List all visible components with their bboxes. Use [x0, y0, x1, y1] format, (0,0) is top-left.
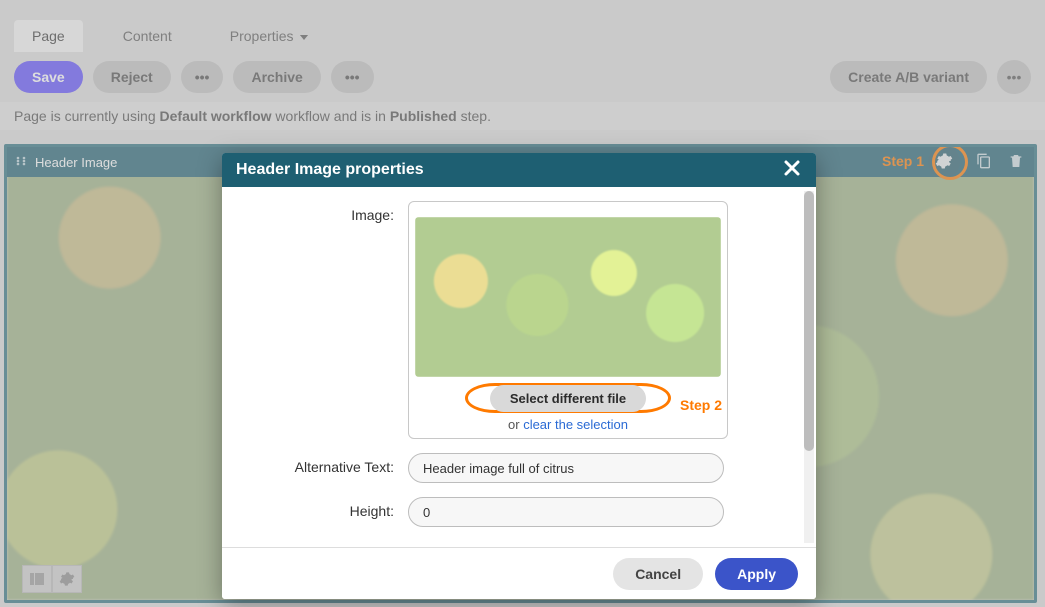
close-icon [782, 165, 802, 182]
clear-selection-link[interactable]: clear the selection [523, 417, 628, 432]
clear-selection-line: or clear the selection [508, 417, 628, 432]
properties-modal: Header Image properties Image: [222, 153, 816, 599]
tab-page-label: Page [32, 28, 65, 44]
widget-copy-button[interactable] [976, 153, 992, 172]
top-tabs: Page Content Properties [0, 0, 1045, 52]
workflow-status-bar: Page is currently using Default workflow… [0, 102, 1045, 130]
annotation-step1-label: Step 1 [882, 153, 924, 169]
image-preview [415, 217, 721, 377]
annotation-step2-label: Step 2 [680, 397, 722, 413]
widget-title: Header Image [35, 155, 117, 170]
tab-properties-label: Properties [230, 28, 294, 44]
toolbar-more-button[interactable]: ••• [997, 60, 1031, 94]
workflow-name: Default workflow [160, 108, 272, 124]
tab-properties[interactable]: Properties [212, 20, 328, 52]
cancel-button[interactable]: Cancel [613, 558, 703, 590]
canvas-settings-button[interactable] [52, 565, 82, 593]
archive-more-button[interactable]: ••• [331, 61, 374, 93]
modal-body: Image: Select different file [222, 187, 816, 547]
canvas-layout-button[interactable] [22, 565, 52, 593]
create-ab-button[interactable]: Create A/B variant [830, 61, 987, 93]
save-label: Save [32, 69, 65, 85]
drag-handle-icon[interactable] [15, 155, 27, 170]
save-button[interactable]: Save [14, 61, 83, 93]
label-image: Image: [240, 201, 408, 223]
tab-content[interactable]: Content [105, 20, 190, 52]
reject-label: Reject [111, 69, 153, 85]
label-alt: Alternative Text: [240, 453, 408, 475]
archive-button[interactable]: Archive [233, 61, 320, 93]
reject-button[interactable]: Reject [93, 61, 171, 93]
reject-more-button[interactable]: ••• [181, 61, 224, 93]
apply-label: Apply [737, 566, 776, 582]
dropdown-icon [297, 28, 309, 44]
workflow-mid: workflow and is in [272, 108, 390, 124]
label-height: Height: [240, 497, 408, 519]
row-alt-text: Alternative Text: [240, 453, 798, 483]
workflow-suffix: step. [457, 108, 491, 124]
ellipsis-icon: ••• [1007, 69, 1022, 85]
ellipsis-icon: ••• [195, 69, 210, 85]
row-height: Height: [240, 497, 798, 527]
apply-button[interactable]: Apply [715, 558, 798, 590]
modal-header: Header Image properties [222, 153, 816, 187]
gear-icon [935, 152, 953, 173]
cancel-label: Cancel [635, 566, 681, 582]
archive-label: Archive [251, 69, 302, 85]
clear-link-label: clear the selection [523, 417, 628, 432]
create-ab-label: Create A/B variant [848, 69, 969, 85]
modal-title: Header Image properties [236, 161, 424, 179]
widget-delete-button[interactable] [1008, 153, 1024, 172]
modal-close-button[interactable] [782, 158, 802, 183]
select-different-file-button[interactable]: Select different file [490, 385, 646, 412]
alt-text-input[interactable] [408, 453, 724, 483]
tab-page[interactable]: Page [14, 20, 83, 52]
scrollbar-thumb[interactable] [804, 191, 814, 451]
select-different-label: Select different file [510, 391, 626, 406]
widget-settings-button[interactable] [928, 146, 960, 178]
workflow-prefix: Page is currently using [14, 108, 160, 124]
workflow-step: Published [390, 108, 457, 124]
clear-prefix: or [508, 417, 523, 432]
modal-footer: Cancel Apply [222, 547, 816, 599]
annotation-ring-step2: Select different file [465, 383, 671, 413]
modal-scrollbar[interactable] [804, 191, 814, 543]
height-input[interactable] [408, 497, 724, 527]
action-bar: Save Reject ••• Archive ••• Create A/B v… [0, 52, 1045, 102]
canvas-bottom-controls [22, 565, 82, 593]
tab-content-label: Content [123, 28, 172, 44]
ellipsis-icon: ••• [345, 69, 360, 85]
